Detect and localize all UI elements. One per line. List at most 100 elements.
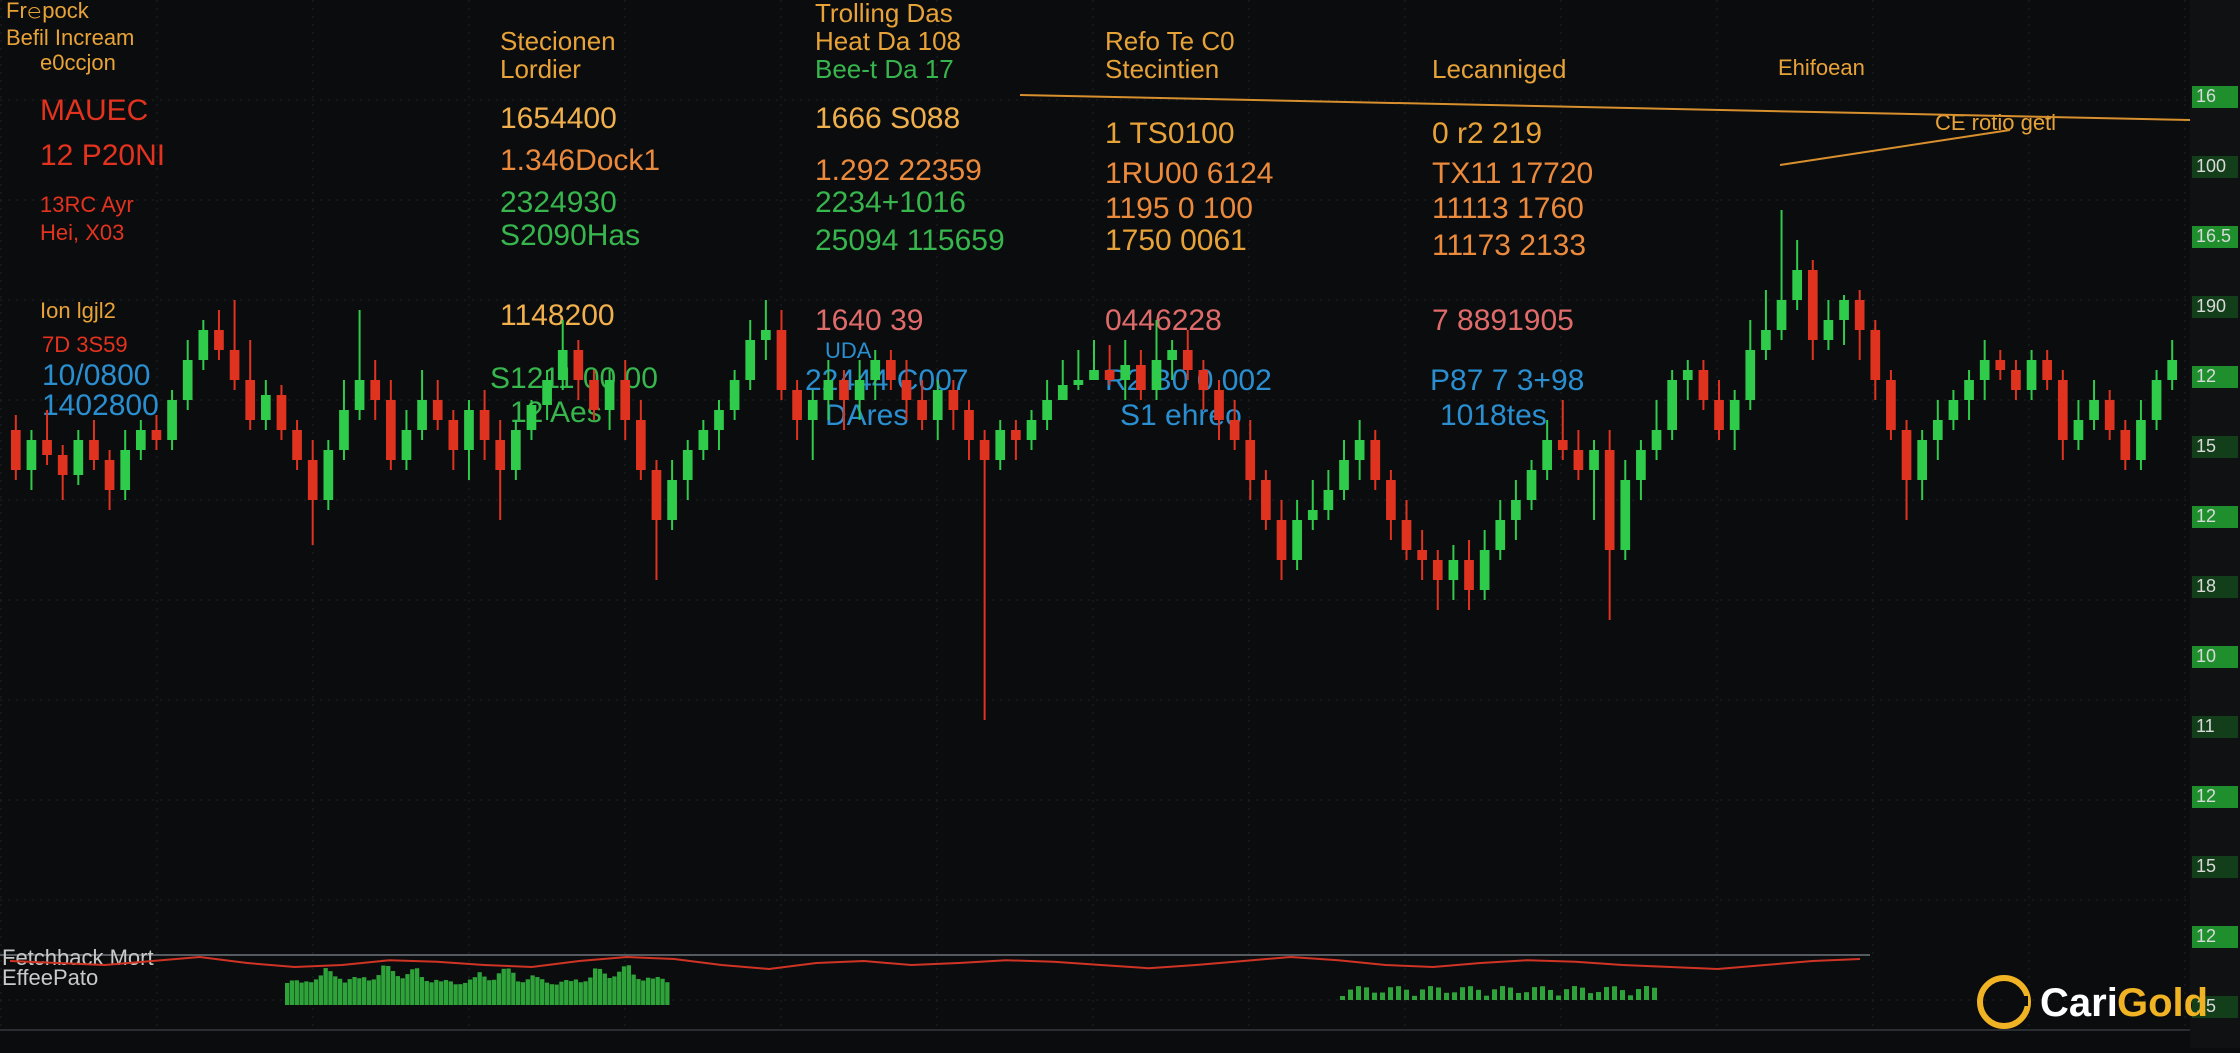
volume-bar [294,980,299,1005]
candle-body [698,430,709,450]
volume-bar [448,981,453,1005]
y-tick-label: 16.5 [2196,226,2231,246]
volume-bar [1556,995,1561,1000]
y-tick-label: 11 [2196,716,2215,736]
r3-c4: 1195 0 100 [1105,192,1253,225]
candle-body [1807,270,1818,340]
volume-bar [501,968,506,1005]
candle-body [292,430,302,460]
candle-body [1073,380,1084,385]
r3-c5: 11113 1760 [1432,192,1584,225]
indicator-line [9,955,1861,971]
volume-bar [573,979,579,1005]
r2-c4: 1RU00 6124 [1105,157,1273,190]
volume-bar [506,968,511,1005]
volume-bar [395,976,400,1005]
candle-body [1636,450,1646,480]
logo-brand-b: Gold [2117,981,2208,1025]
volume-bar [641,980,646,1005]
candle-body [104,460,115,490]
volume-bar [540,979,545,1005]
candle-body [839,380,849,400]
candle-body [214,330,224,350]
candle-body [73,440,84,475]
volume-bars [285,965,1657,1005]
candle-body [1214,390,1224,420]
candle-body [1495,520,1506,550]
candle-body [2120,430,2131,460]
candle-body [1932,420,1943,440]
volume-bar [328,971,333,1005]
candle-body [1776,300,1787,330]
candle-body [151,430,162,440]
col5-title: Lecanniged [1432,54,1566,84]
candle-body [1057,385,1068,400]
y-tick-label: 18 [2196,576,2216,596]
r8-c5: 1018tes [1440,399,1547,432]
candle-body [1401,520,1412,550]
candle-body [2136,420,2146,460]
candle-body [479,410,490,440]
volume-bar [1396,986,1401,1000]
volume-bar [1340,996,1345,1000]
volume-bar [588,977,593,1005]
r6-c3: UDA [825,338,872,363]
volume-bar [602,973,607,1005]
volume-bar [564,980,569,1005]
candle-body [745,340,756,380]
volume-bar [520,982,526,1005]
candle-body [135,430,146,450]
volume-bar [414,968,420,1005]
candle-body [1604,450,1615,550]
candle-body [995,430,1006,460]
trend-line-lower [1779,129,2011,166]
candle-body [979,440,990,460]
y-tick-label: 12 [2196,786,2216,806]
candle-body [260,395,271,420]
candle-body [1761,330,1771,350]
r8-c3: DAres [825,399,908,432]
r4-c2: S2090Has [500,219,640,252]
candle-body [385,400,396,460]
col1-title-b: Befil Incream [6,25,134,50]
candle-body [557,350,568,380]
volume-bar [1540,986,1545,1000]
volume-bar [299,982,304,1005]
volume-bar [645,977,651,1005]
col4-title-b: Stecintien [1105,54,1219,84]
volume-bar [333,976,338,1005]
volume-bar [516,981,521,1005]
candle-body [1886,380,1896,430]
volume-bar [660,978,665,1005]
candle-body [354,380,365,410]
candle-body [1854,300,1865,330]
candle-body [1698,370,1709,400]
volume-bar [1388,987,1393,1000]
grid-lines [0,0,2190,1030]
candle-body [1729,400,1740,430]
candle-body [542,380,552,405]
candle-body [776,330,787,390]
volume-bar [650,978,656,1005]
volume-bar [1644,986,1649,1000]
volume-bar [482,976,487,1005]
r3-c1: 13RC Ayr [40,192,134,217]
volume-bar [352,977,357,1005]
candle-body [729,380,740,410]
candle-body [1823,320,1834,340]
volume-bar [1452,992,1457,1000]
volume-bar [636,979,641,1005]
volume-bar [304,981,309,1005]
candlestick-chart: 1610016.519012151218101112151215 Fr𝚎pock… [0,0,2240,1048]
volume-bar [496,973,502,1005]
candle-body [1432,560,1443,580]
candle-body [948,390,959,410]
volume-bar [549,984,554,1005]
volume-bar [1596,992,1601,1000]
candle-body [651,470,662,520]
candle-body [1229,420,1240,440]
candle-body [2026,360,2037,390]
candle-body [182,360,193,400]
volume-bar [289,980,295,1005]
candle-body [417,400,427,430]
